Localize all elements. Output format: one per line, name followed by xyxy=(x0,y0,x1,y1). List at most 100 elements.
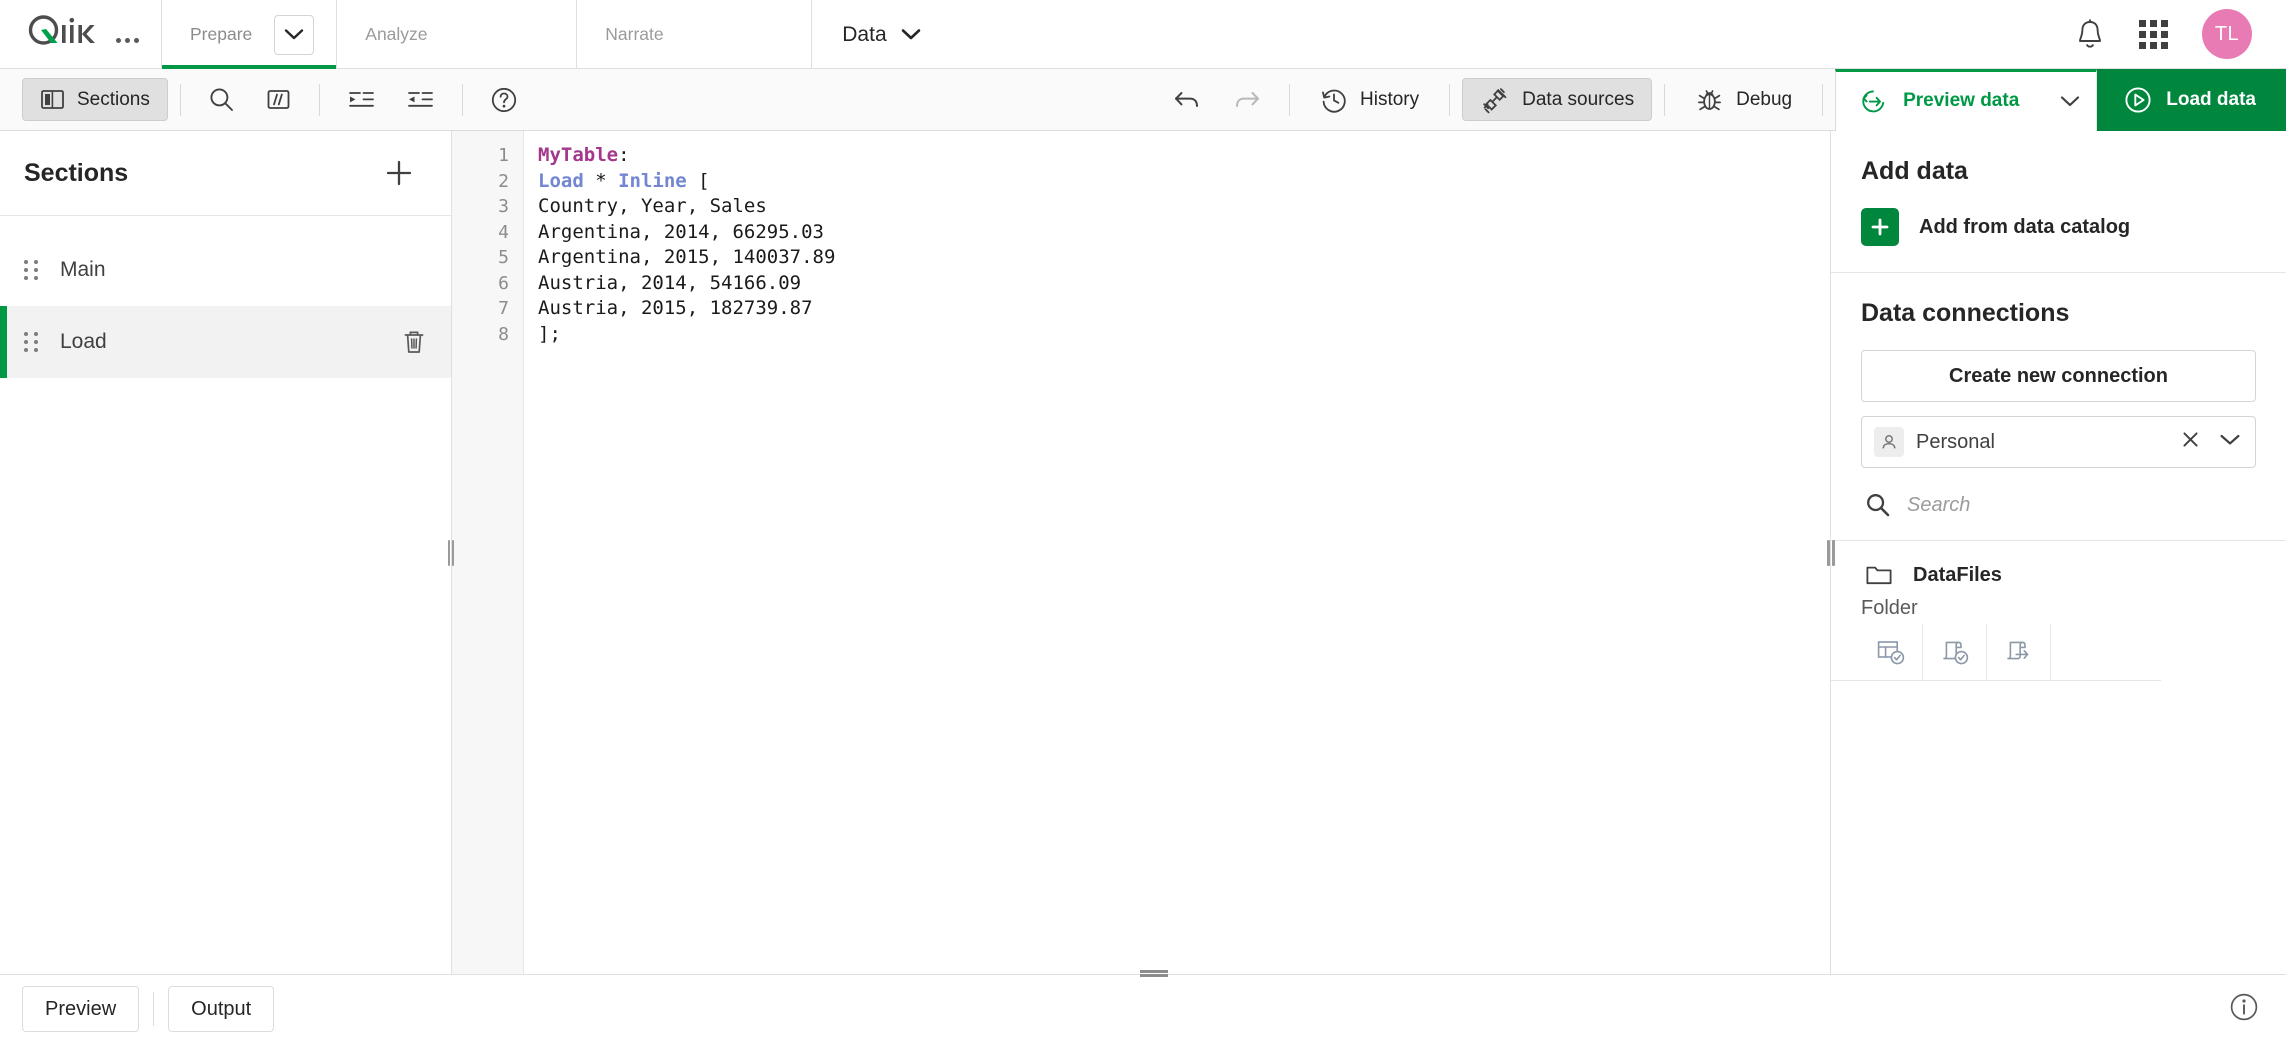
code-line[interactable]: Argentina, 2014, 66295.03 xyxy=(538,220,1830,246)
code-token: [ xyxy=(686,169,710,192)
code-token: Argentina, 2015, 140037.89 xyxy=(538,246,836,268)
connection-type: Folder xyxy=(1861,597,1918,619)
logo-zone xyxy=(0,0,161,69)
script-editor[interactable]: 12345678 MyTable: Load * Inline [Country,… xyxy=(452,131,1831,974)
preview-data-gear-icon xyxy=(1862,89,1885,112)
nav-tab-narrate[interactable]: Narrate Storytelling xyxy=(576,0,2286,974)
space-selector[interactable]: Personal xyxy=(1861,416,2256,468)
trash-icon xyxy=(404,331,424,353)
prepare-dropdown-button[interactable] xyxy=(274,14,315,55)
load-data-label: Load data xyxy=(2166,88,2256,110)
undo-button[interactable] xyxy=(1157,78,1217,121)
insert-script-button[interactable] xyxy=(1923,624,1987,680)
editor-toolbar: Sections History Data sources Debug Prev… xyxy=(0,68,2286,131)
preview-data-button[interactable]: Preview data xyxy=(1835,68,2044,131)
sections-panel-title: Sections xyxy=(24,158,129,187)
script-code-area[interactable]: MyTable: Load * Inline [Country, Year, Sa… xyxy=(524,131,1830,974)
nav-tab-narrate-sup: Narrate xyxy=(605,23,664,44)
delete-section-button[interactable] xyxy=(401,328,427,356)
preview-tab-button[interactable]: Preview xyxy=(22,986,140,1032)
code-line[interactable]: Austria, 2014, 54166.09 xyxy=(538,271,1830,297)
redo-button[interactable] xyxy=(1217,78,1277,121)
outdent-button[interactable] xyxy=(391,78,450,121)
code-line[interactable]: Argentina, 2015, 140037.89 xyxy=(538,245,1830,271)
load-data-button[interactable]: Load data xyxy=(2097,68,2286,131)
bottom-bar-right xyxy=(2228,991,2260,1028)
connector-plug-icon xyxy=(1483,87,1507,113)
indent-button[interactable] xyxy=(332,78,391,121)
code-token: Load xyxy=(538,169,584,192)
section-row-main[interactable]: Main xyxy=(0,234,451,306)
code-line[interactable]: ]; xyxy=(538,322,1830,348)
connection-name: DataFiles xyxy=(1913,563,2002,586)
section-name: Main xyxy=(60,258,106,281)
create-new-connection-button[interactable]: Create new connection xyxy=(1861,350,2256,402)
toolbar-divider xyxy=(1822,83,1824,116)
plus-icon xyxy=(1861,208,1899,246)
notifications-button[interactable] xyxy=(2075,18,2105,50)
data-sources-toggle-button[interactable]: Data sources xyxy=(1462,78,1653,121)
sections-toggle-label: Sections xyxy=(77,88,150,110)
expand-space-button[interactable] xyxy=(2219,433,2241,452)
add-from-data-catalog-button[interactable]: Add from data catalog xyxy=(1861,208,2256,272)
search-button[interactable] xyxy=(193,78,250,121)
nav-tab-prepare[interactable]: Prepare Data load editor xyxy=(161,0,2286,974)
data-menu-button[interactable]: Data xyxy=(811,0,950,69)
script-editor-panel: 12345678 MyTable: Load * Inline [Country,… xyxy=(452,131,1831,974)
app-header: Prepare Data load editor Analyze Sheet N… xyxy=(0,0,2286,974)
drag-handle-icon[interactable] xyxy=(24,332,38,352)
data-menu-label: Data xyxy=(842,22,887,46)
folder-icon xyxy=(1866,566,1892,585)
preview-data-label: Preview data xyxy=(1903,90,2020,111)
connection-search-field[interactable]: Search xyxy=(1831,468,2286,541)
debug-button[interactable]: Debug xyxy=(1677,78,1810,121)
help-button[interactable] xyxy=(475,78,533,121)
code-line[interactable]: Austria, 2015, 182739.87 xyxy=(538,296,1830,322)
line-number: 2 xyxy=(498,170,509,192)
preview-data-dropdown-button[interactable] xyxy=(2043,68,2098,131)
play-circle-icon xyxy=(2125,86,2151,113)
add-from-data-catalog-label: Add from data catalog xyxy=(1919,215,2131,238)
bottom-bar-divider xyxy=(153,992,155,1026)
bug-icon xyxy=(1698,89,1722,110)
insert-connection-string-button[interactable] xyxy=(1987,624,2051,680)
bottom-panel-resizer[interactable] xyxy=(0,968,2286,978)
toggle-comment-button[interactable] xyxy=(250,78,307,121)
bell-icon xyxy=(2079,19,2101,48)
nav-tab-analyze[interactable]: Analyze Sheet xyxy=(336,0,2286,974)
history-button[interactable]: History xyxy=(1302,78,1437,121)
code-line[interactable]: Country, Year, Sales xyxy=(538,194,1830,220)
debug-label: Debug xyxy=(1736,88,1793,110)
section-list: Main Load xyxy=(0,216,451,378)
nav-tab-prepare-sup: Prepare xyxy=(190,23,253,44)
data-connections-title: Data connections xyxy=(1861,299,2070,327)
code-line[interactable]: MyTable: xyxy=(538,143,1830,169)
qlik-logo-icon[interactable] xyxy=(26,13,100,56)
drag-handle-icon[interactable] xyxy=(24,260,38,280)
clear-space-button[interactable] xyxy=(2180,429,2201,455)
search-icon xyxy=(210,88,233,111)
indent-left-icon xyxy=(407,92,433,107)
output-tab-button[interactable]: Output xyxy=(168,986,275,1032)
code-line[interactable]: Load * Inline [ xyxy=(538,169,1830,195)
code-token: Inline xyxy=(618,169,687,192)
panel-left-icon xyxy=(41,90,64,109)
info-button[interactable] xyxy=(2228,991,2260,1028)
sections-panel-resizer[interactable] xyxy=(447,131,455,974)
user-avatar[interactable]: TL xyxy=(2202,9,2252,59)
select-data-button[interactable] xyxy=(1859,624,1923,680)
add-section-button[interactable] xyxy=(383,157,415,189)
plus-icon xyxy=(386,160,412,186)
person-icon xyxy=(1874,427,1904,457)
data-sources-panel-resizer[interactable] xyxy=(1826,131,1836,974)
section-row-load[interactable]: Load xyxy=(0,306,451,378)
undo-arrow-icon xyxy=(1175,92,1199,107)
help-circle-icon xyxy=(491,87,516,112)
line-number: 5 xyxy=(498,247,509,268)
toolbar-divider xyxy=(1664,83,1666,116)
sections-toggle-button[interactable]: Sections xyxy=(22,78,168,121)
comment-slashes-icon xyxy=(267,90,290,109)
connection-item-datafiles[interactable]: DataFiles xyxy=(1831,541,2286,597)
overflow-menu-icon[interactable] xyxy=(116,24,139,46)
app-switcher-icon[interactable] xyxy=(2139,19,2168,49)
